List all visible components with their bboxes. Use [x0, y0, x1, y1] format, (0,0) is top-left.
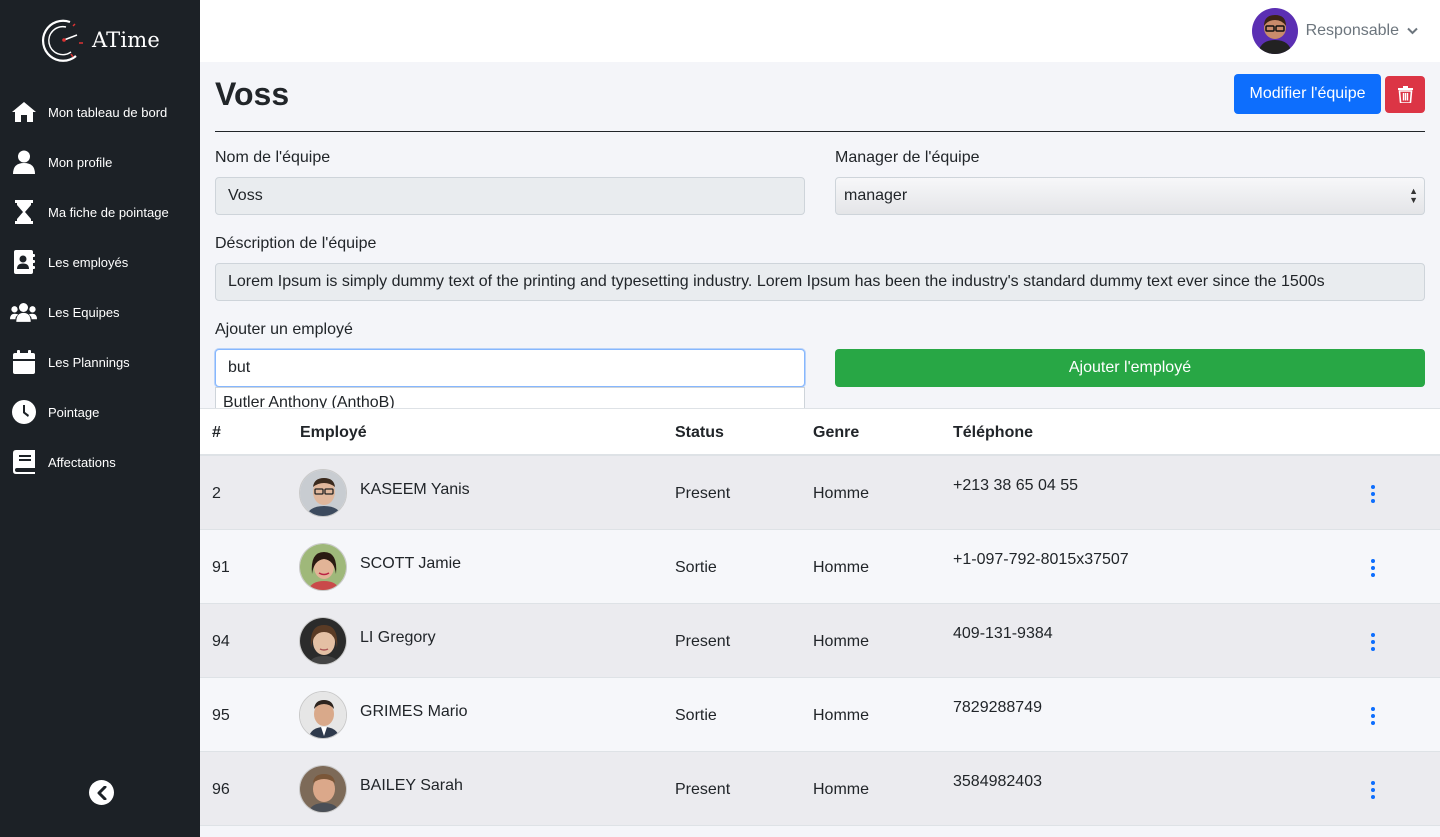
chevron-down-icon [1407, 27, 1418, 35]
employee-id: 94 [212, 633, 230, 650]
sidebar-item-profile[interactable]: Mon profile [0, 137, 200, 187]
row-actions-icon[interactable] [1366, 781, 1380, 799]
team-description-field[interactable]: Lorem Ipsum is simply dummy text of the … [215, 263, 1425, 301]
sidebar-item-label: Mon tableau de bord [48, 104, 168, 120]
employee-name: SCOTT Jamie [360, 555, 462, 572]
row-actions-icon[interactable] [1366, 485, 1380, 503]
column-header-status: Status [675, 424, 724, 441]
employee-avatar [299, 691, 347, 739]
column-header-phone: Téléphone [953, 424, 1034, 441]
employee-name: LI Gregory [360, 629, 436, 646]
top-bar: Responsable [200, 0, 1440, 62]
employee-name: KASEEM Yanis [360, 481, 470, 498]
sidebar-item-dashboard[interactable]: Mon tableau de bord [0, 87, 200, 137]
sidebar-item-assignments[interactable]: Affectations [0, 437, 200, 487]
employee-phone: +213 38 65 04 55 [953, 477, 1079, 494]
employee-avatar [299, 543, 347, 591]
employee-status: Sortie [675, 707, 717, 724]
avatar [1251, 8, 1298, 54]
employee-gender: Homme [813, 485, 870, 502]
employee-gender: Homme [813, 633, 870, 650]
book-icon [10, 449, 37, 476]
employee-gender: Homme [813, 559, 870, 576]
app-logo[interactable]: ATime [0, 0, 200, 75]
employee-id: 2 [212, 485, 221, 502]
user-menu[interactable]: Responsable [1251, 8, 1418, 54]
sidebar-item-plannings[interactable]: Les Plannings [0, 337, 200, 387]
sidebar-item-label: Affectations [48, 454, 116, 470]
team-manager-label: Manager de l'équipe [835, 149, 980, 166]
employee-id: 91 [212, 559, 230, 576]
sidebar-item-label: Les Plannings [48, 354, 130, 370]
edit-team-button[interactable]: Modifier l'équipe [1234, 74, 1381, 114]
clock-icon [10, 399, 37, 426]
team-manager-select[interactable]: manager ▲ ▼ [835, 177, 1425, 215]
employee-avatar [299, 765, 347, 813]
chevron-left-icon [97, 785, 106, 800]
trash-icon [1397, 86, 1413, 103]
sidebar-item-employees[interactable]: Les employés [0, 237, 200, 287]
employee-gender: Homme [813, 707, 870, 724]
column-header-employee: Employé [300, 424, 367, 441]
sidebar-item-timesheet[interactable]: Ma fiche de pointage [0, 187, 200, 237]
table-row[interactable]: 94 LI Gregory Present Homme 409-131-9384 [200, 604, 1440, 678]
employee-id: 96 [212, 781, 230, 798]
sidebar: ATime Mon tableau de bord Mon profile Ma… [0, 0, 200, 837]
employee-id: 95 [212, 707, 230, 724]
employee-phone: +1-097-792-8015x37507 [953, 551, 1129, 568]
sidebar-item-pointage[interactable]: Pointage [0, 387, 200, 437]
team-description-label: Déscription de l'équipe [215, 235, 377, 252]
employee-name: GRIMES Mario [360, 703, 468, 720]
calendar-icon [10, 349, 37, 376]
address-book-icon [10, 249, 37, 276]
row-actions-icon[interactable] [1366, 559, 1380, 577]
team-name-field[interactable]: Voss [215, 177, 805, 215]
sidebar-item-label: Ma fiche de pointage [48, 204, 169, 220]
row-actions-icon[interactable] [1366, 707, 1380, 725]
team-members-table: # Employé Status Genre Téléphone 2 KASEE… [200, 408, 1440, 826]
table-row[interactable]: 96 BAILEY Sarah Present Homme 3584982403 [200, 752, 1440, 826]
team-name-label: Nom de l'équipe [215, 149, 331, 166]
sidebar-item-label: Pointage [48, 404, 100, 420]
employee-avatar [299, 469, 347, 517]
employee-status: Present [675, 633, 731, 650]
sidebar-item-teams[interactable]: Les Equipes [0, 287, 200, 337]
employee-avatar [299, 617, 347, 665]
logo-mark-icon [41, 19, 83, 62]
table-row[interactable]: 95 GRIMES Mario Sortie Homme 7829288749 [200, 678, 1440, 752]
header-divider [215, 131, 1425, 132]
column-header-gender: Genre [813, 424, 860, 441]
sidebar-item-label: Les Equipes [48, 304, 120, 320]
delete-team-button[interactable] [1385, 76, 1425, 113]
employee-phone: 7829288749 [953, 699, 1042, 716]
add-employee-button[interactable]: Ajouter l'employé [835, 349, 1425, 387]
table-row[interactable]: 91 SCOTT Jamie Sortie Homme +1-097-792-8… [200, 530, 1440, 604]
sidebar-item-label: Mon profile [48, 154, 113, 170]
employee-gender: Homme [813, 781, 870, 798]
select-arrows-icon: ▲ ▼ [1409, 186, 1418, 205]
page-title: Voss [215, 76, 290, 112]
collapse-sidebar-button[interactable] [89, 780, 114, 805]
add-employee-label: Ajouter un employé [215, 321, 353, 338]
hourglass-icon [10, 199, 37, 226]
table-header: # Employé Status Genre Téléphone [200, 408, 1440, 456]
employee-name: BAILEY Sarah [360, 777, 463, 794]
column-header-id: # [212, 424, 221, 441]
table-row[interactable]: 2 KASEEM Yanis Present Homme +213 38 65 … [200, 456, 1440, 530]
user-icon [10, 149, 37, 176]
employee-status: Present [675, 781, 731, 798]
sidebar-item-label: Les employés [48, 254, 129, 270]
employee-status: Sortie [675, 559, 717, 576]
employee-phone: 409-131-9384 [953, 625, 1053, 642]
sidebar-nav: Mon tableau de bord Mon profile Ma fiche… [0, 87, 200, 487]
logo-text: ATime [91, 27, 161, 52]
row-actions-icon[interactable] [1366, 633, 1380, 651]
add-employee-input[interactable]: but [215, 349, 805, 387]
team-manager-value: manager [844, 187, 908, 204]
user-role-label: Responsable [1305, 22, 1399, 39]
employee-status: Present [675, 485, 731, 502]
users-icon [10, 299, 37, 326]
home-icon [10, 99, 37, 126]
employee-phone: 3584982403 [953, 773, 1042, 790]
